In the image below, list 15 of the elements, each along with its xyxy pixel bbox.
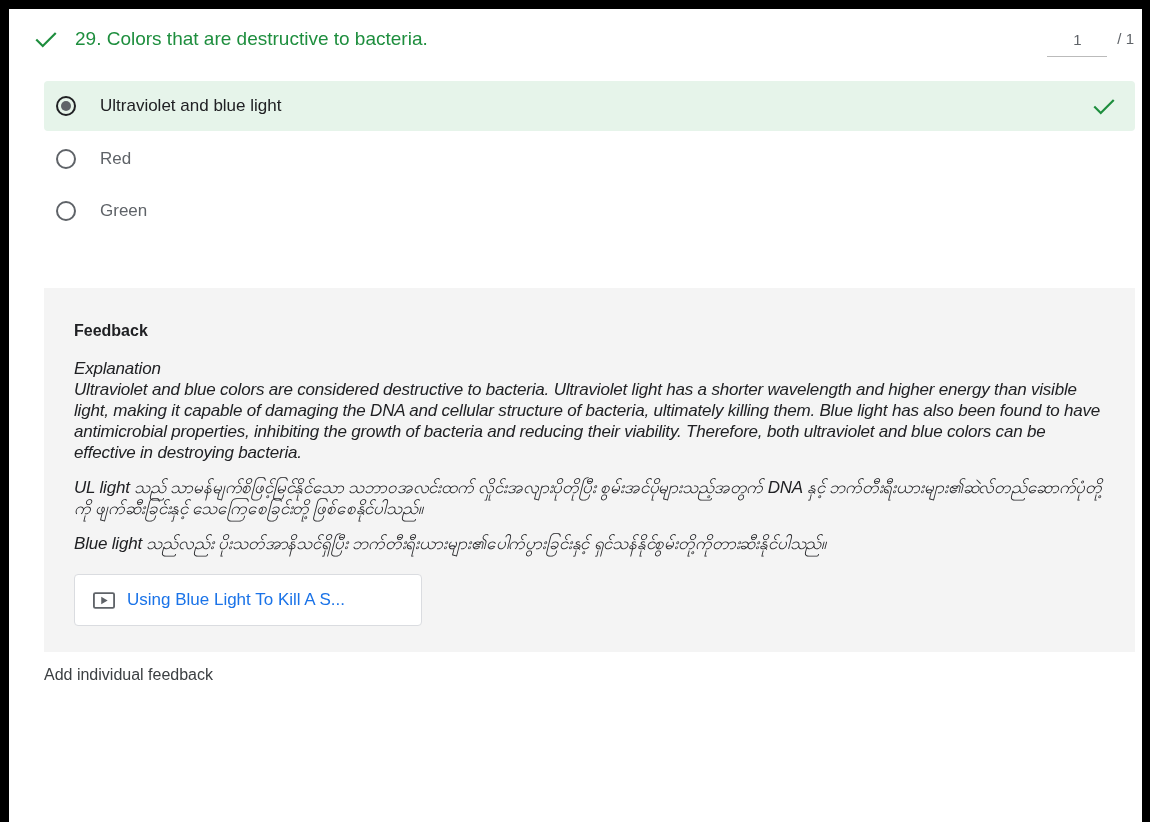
add-feedback-link[interactable]: Add individual feedback xyxy=(44,666,213,684)
score-field[interactable]: 1 xyxy=(1047,29,1108,57)
option-label: Red xyxy=(100,149,133,169)
radio-button[interactable] xyxy=(56,96,76,116)
option-row[interactable]: Ultraviolet and blue light xyxy=(44,81,1135,131)
option-label: Ultraviolet and blue light xyxy=(100,96,283,116)
option-label: Green xyxy=(100,201,149,221)
question-title: 29. Colors that are destructive to bacteria. xyxy=(75,28,429,50)
play-icon xyxy=(93,591,115,609)
max-score: / 1 xyxy=(1117,29,1134,47)
explanation-text: Explanation Ultraviolet and blue colors are considered destructive to bacteria. Ultraviolet light has a shorter wavelength and higher energy than visible light, making it capable of damaging the DNA and cellular structure of bacteria, ultimately killing them. Blue light has also been found to have antimicrobial properties, inhibiting the growth of bacteria and reducing their viability. Therefore, both ultraviolet and blue colors can be effective in destroying bacteria. xyxy=(74,358,1102,463)
radio-button[interactable] xyxy=(56,149,76,169)
feedback-heading: Feedback xyxy=(74,322,148,340)
radio-button[interactable] xyxy=(56,201,76,221)
video-link[interactable]: Using Blue Light To Kill A S... xyxy=(74,574,422,626)
